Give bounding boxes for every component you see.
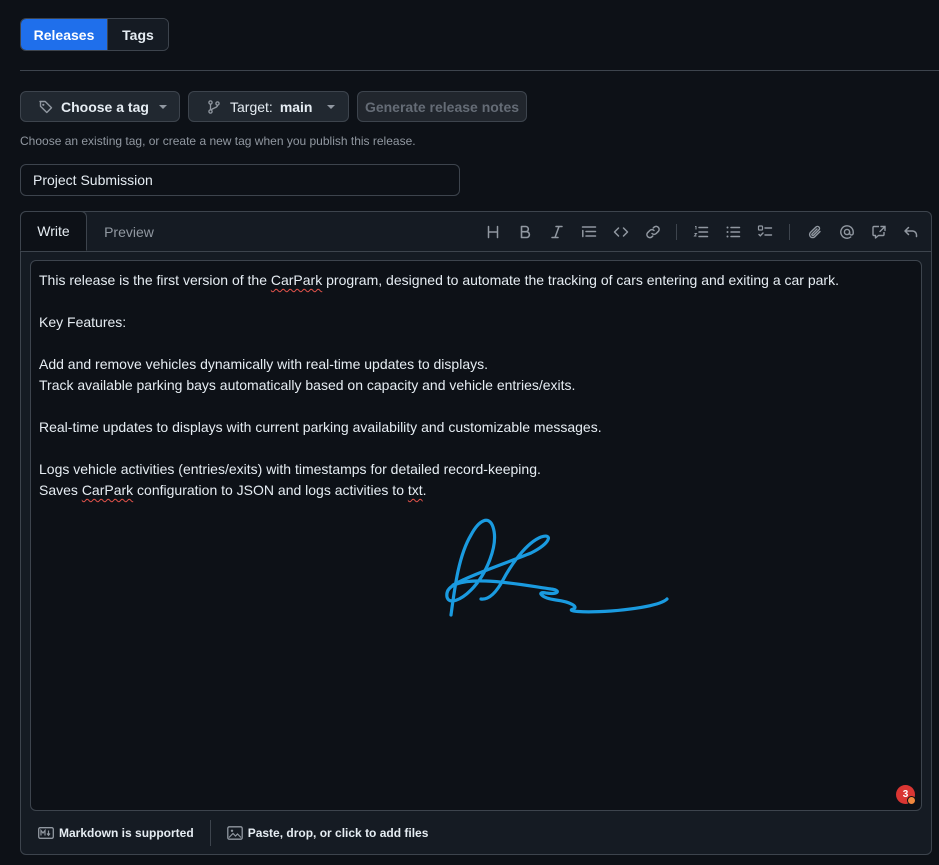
target-value: main	[279, 98, 313, 115]
cross-reference-icon[interactable]	[869, 222, 889, 242]
quote-icon[interactable]	[579, 222, 599, 242]
release-notes-textarea[interactable]: This release is the first version of the…	[30, 260, 922, 811]
body-line: Real-time updates to displays with curre…	[39, 419, 602, 435]
markdown-icon	[38, 826, 54, 839]
release-notes-editor: Write Preview This release is the first …	[20, 211, 932, 855]
unordered-list-icon[interactable]	[723, 222, 743, 242]
attach-label: Paste, drop, or click to add files	[247, 825, 429, 840]
mention-icon[interactable]	[837, 222, 857, 242]
editor-tabbar: Write Preview	[20, 211, 931, 252]
handwritten-signature	[445, 518, 669, 617]
releases-tags-switch: Releases Tags	[20, 18, 169, 51]
release-title-input[interactable]	[20, 164, 460, 196]
tag-hint-text: Choose an existing tag, or create a new …	[20, 134, 416, 148]
tab-write[interactable]: Write	[20, 211, 87, 251]
italic-icon[interactable]	[547, 222, 567, 242]
undo-icon[interactable]	[901, 222, 921, 242]
choose-tag-button[interactable]: Choose a tag	[20, 91, 180, 122]
branch-icon	[206, 99, 222, 115]
divider	[20, 70, 939, 71]
editor-footer: Markdown is supported Paste, drop, or cl…	[21, 811, 931, 854]
markdown-label: Markdown is supported	[59, 825, 194, 840]
toolbar-divider	[789, 224, 790, 240]
target-label: Target:	[230, 98, 273, 115]
footer-divider	[209, 819, 211, 846]
image-icon	[226, 825, 243, 840]
bold-icon[interactable]	[515, 222, 535, 242]
ordered-list-icon[interactable]	[691, 222, 711, 242]
task-list-icon[interactable]	[755, 222, 775, 242]
tags-tab[interactable]: Tags	[107, 19, 168, 50]
target-branch-button[interactable]: Target: main	[188, 91, 349, 122]
chevron-down-icon	[158, 104, 167, 109]
link-icon[interactable]	[643, 222, 663, 242]
attach-files-button[interactable]: Paste, drop, or click to add files	[226, 825, 429, 840]
tag-icon	[38, 99, 54, 115]
body-line: This release is the first version of the…	[39, 272, 839, 288]
chevron-down-icon	[326, 104, 335, 109]
body-line: Key Features:	[39, 314, 127, 330]
generate-release-notes-button[interactable]: Generate release notes	[357, 91, 527, 122]
markdown-supported-link[interactable]: Markdown is supported	[38, 826, 194, 840]
heading-icon[interactable]	[483, 222, 503, 242]
body-line: Saves CarPark configuration to JSON and …	[39, 482, 427, 498]
body-line: Add and remove vehicles dynamically with…	[39, 356, 488, 372]
paperclip-icon[interactable]	[805, 222, 825, 242]
toolbar-divider	[676, 224, 677, 240]
status-dot	[907, 796, 916, 805]
code-icon[interactable]	[611, 222, 631, 242]
choose-tag-label: Choose a tag	[61, 98, 149, 115]
releases-tab[interactable]: Releases	[21, 19, 107, 50]
notification-badge[interactable]: 3	[896, 785, 916, 805]
tab-preview[interactable]: Preview	[89, 212, 169, 251]
body-line: Logs vehicle activities (entries/exits) …	[39, 461, 541, 477]
body-line: Track available parking bays automatical…	[39, 377, 576, 393]
